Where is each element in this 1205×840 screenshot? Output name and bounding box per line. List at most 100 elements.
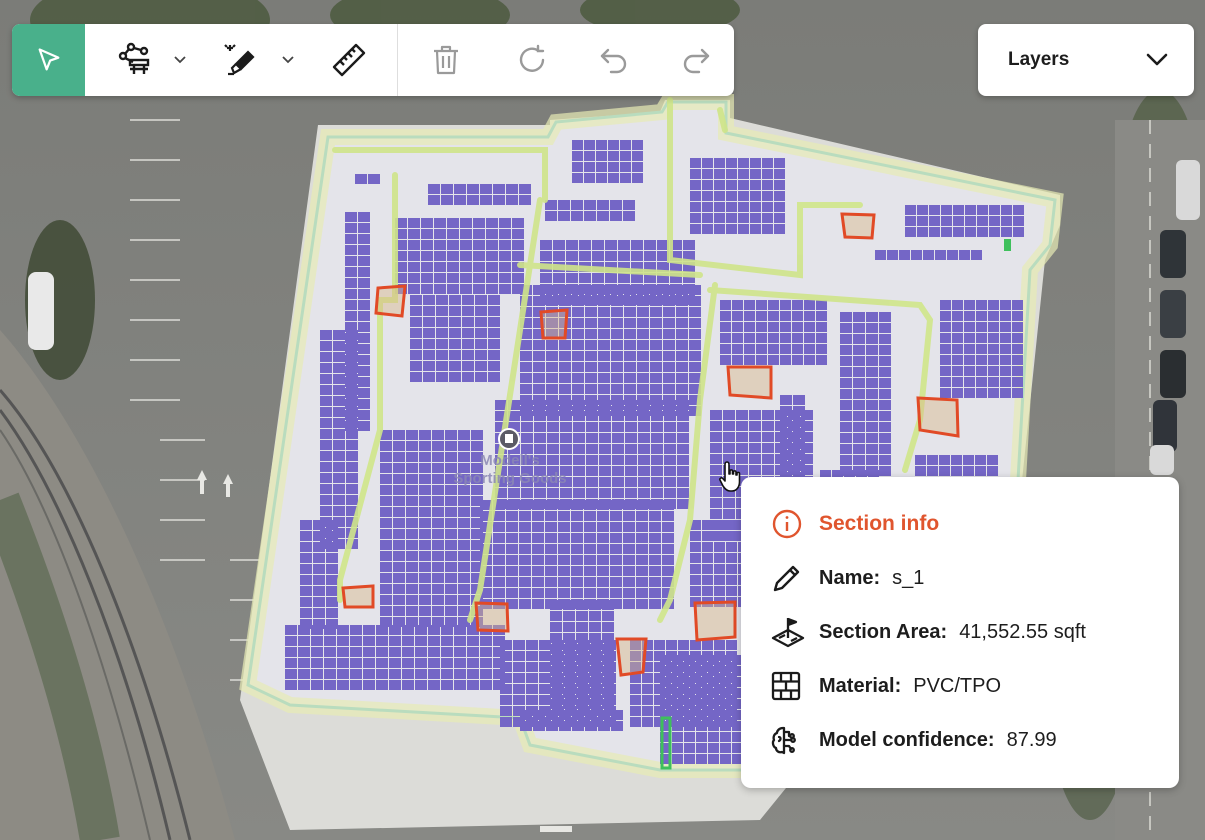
solar-panel (690, 640, 701, 650)
solar-panel (696, 721, 707, 731)
solar-panel (623, 533, 635, 543)
solar-panel (313, 575, 325, 585)
solar-panel (602, 644, 614, 654)
solar-panel (599, 444, 611, 454)
solar-panel (726, 158, 737, 168)
solar-panel (723, 443, 735, 453)
solar-panel (454, 669, 466, 679)
solar-panel (467, 195, 479, 205)
magic-marker-menu-caret[interactable] (275, 24, 301, 96)
solar-panel (519, 577, 531, 587)
solar-panel (608, 140, 619, 150)
solar-panel (333, 330, 345, 340)
solar-panel (988, 355, 999, 365)
solar-panel (598, 329, 610, 339)
select-tool-button[interactable] (12, 24, 85, 96)
solar-panel (610, 588, 622, 598)
solar-panel (762, 465, 774, 475)
solar-panel (866, 411, 878, 421)
solar-panel (650, 351, 662, 361)
solar-panel (563, 655, 575, 665)
solar-panel (663, 296, 675, 306)
solar-panel (660, 677, 671, 687)
solar-panel (493, 522, 505, 532)
solar-panel (421, 229, 433, 239)
solar-panel (638, 422, 650, 432)
solar-panel (415, 636, 427, 646)
rotate-button[interactable] (508, 24, 556, 96)
solar-panel (563, 611, 575, 621)
solar-panel (598, 307, 610, 317)
solar-panel (650, 384, 662, 394)
solar-panel (406, 430, 418, 440)
solar-panel (526, 662, 538, 672)
solar-panel (663, 384, 675, 394)
solar-panel (458, 540, 470, 550)
solar-panel (475, 328, 487, 338)
draw-obstruction-button[interactable] (112, 24, 157, 96)
solar-panel (533, 351, 545, 361)
solar-panel (519, 184, 531, 194)
solar-panel (346, 385, 358, 395)
undo-button[interactable] (590, 24, 638, 96)
solar-panel (976, 300, 987, 310)
green-marker[interactable] (1004, 239, 1011, 251)
solar-panel (638, 411, 650, 421)
solar-panel (605, 240, 617, 250)
solar-panel (545, 211, 557, 221)
solar-panel (651, 433, 663, 443)
solar-panel (964, 300, 975, 310)
solar-panel (720, 721, 731, 731)
solar-panel (1013, 205, 1024, 215)
solar-panel (337, 658, 349, 668)
solar-panel (642, 684, 653, 694)
solar-panel (376, 669, 388, 679)
solar-panel (732, 322, 743, 332)
solar-panel (650, 329, 662, 339)
solar-panel (602, 666, 614, 676)
solar-panel (432, 529, 444, 539)
solar-panel (337, 636, 349, 646)
solar-panel (571, 522, 583, 532)
solar-panel (637, 285, 649, 295)
solar-panel (768, 344, 779, 354)
solar-panel (1012, 333, 1023, 343)
solar-panel (651, 477, 663, 487)
solar-panel (866, 323, 878, 333)
magic-marker-button[interactable] (217, 24, 262, 96)
solar-panel (696, 732, 707, 742)
solar-panel (1012, 366, 1023, 376)
solar-panel (486, 262, 498, 272)
poi-marker[interactable] (498, 428, 520, 450)
solar-panel (793, 461, 805, 471)
layers-dropdown[interactable]: Layers (978, 24, 1194, 96)
solar-panel (313, 520, 325, 530)
solar-panel (389, 680, 401, 690)
solar-panel (612, 411, 624, 421)
redo-button[interactable] (672, 24, 720, 96)
solar-panel (596, 151, 607, 161)
solar-panel (346, 429, 358, 439)
solar-panel (506, 195, 518, 205)
solar-panel (605, 251, 617, 261)
delete-button[interactable] (422, 24, 470, 96)
measure-button[interactable] (325, 24, 373, 96)
solar-panel (402, 625, 414, 635)
solar-panel (449, 306, 461, 316)
solar-panel (368, 174, 380, 184)
solar-panel (389, 625, 401, 635)
solar-panel (676, 307, 688, 317)
draw-obstruction-menu-caret[interactable] (167, 24, 193, 96)
solar-panel (393, 496, 405, 506)
solar-panel (486, 218, 498, 228)
solar-panel (458, 606, 470, 616)
solar-panel (965, 205, 976, 215)
solar-panel (976, 355, 987, 365)
solar-panel (663, 362, 675, 372)
solar-panel (447, 284, 459, 294)
solar-panel (585, 340, 597, 350)
solar-panel (320, 506, 332, 516)
solar-panel (432, 573, 444, 583)
solar-panel (840, 367, 852, 377)
solar-panel (513, 651, 525, 661)
